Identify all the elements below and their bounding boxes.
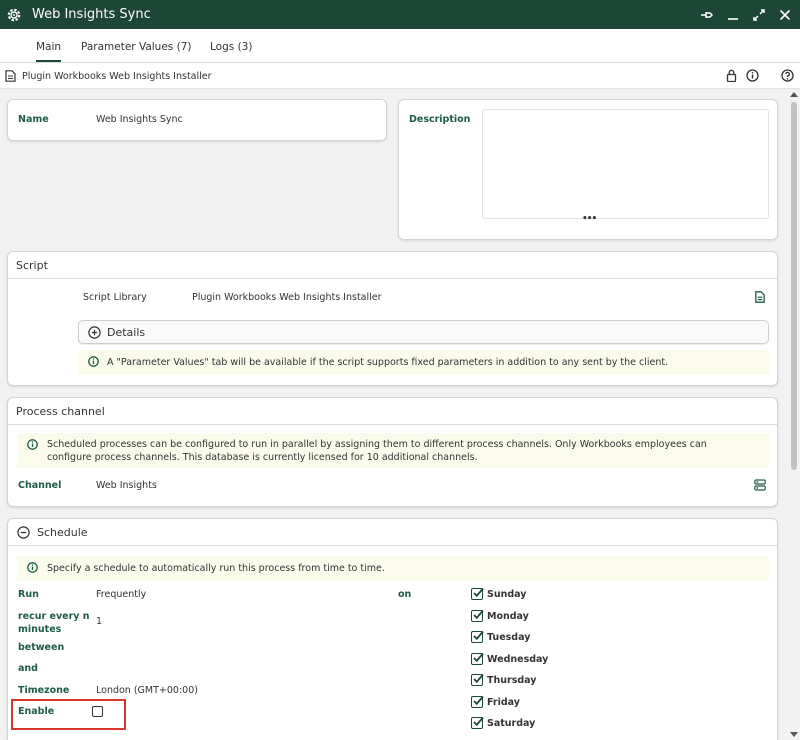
info-icon[interactable] <box>746 69 759 82</box>
window-title: Web Insights Sync <box>32 7 151 22</box>
details-label: Details <box>107 326 146 339</box>
script-document-icon[interactable] <box>755 291 765 306</box>
tab-bar: Main Parameter Values (7) Logs (3) <box>0 29 800 63</box>
breadcrumb: Plugin Workbooks Web Insights Installer <box>0 63 800 89</box>
checkbox-checked-icon[interactable] <box>471 716 484 729</box>
collapse-minus-icon[interactable] <box>17 525 30 539</box>
info-icon <box>27 439 38 454</box>
timezone-label: Timezone <box>18 685 70 696</box>
name-label: Name <box>18 114 49 125</box>
timezone-value[interactable]: London (GMT+00:00) <box>96 685 198 696</box>
info-icon <box>27 562 38 577</box>
between-label: between <box>18 642 65 653</box>
scrollbar-thumb[interactable] <box>791 102 797 470</box>
day-checkbox-wednesday[interactable]: Wednesday <box>471 652 549 665</box>
day-checkbox-sunday[interactable]: Sunday <box>471 587 527 600</box>
process-channel-info-line-1: Scheduled processes can be configured to… <box>47 439 707 450</box>
title-bar: Web Insights Sync <box>0 0 800 29</box>
run-label: Run <box>18 589 39 600</box>
script-info-text: A "Parameter Values" tab will be availab… <box>107 357 669 368</box>
schedule-title: Schedule <box>37 525 88 539</box>
process-channel-info-line-2: configure process channels. This databas… <box>47 452 478 463</box>
expand-plus-icon[interactable] <box>88 326 101 342</box>
schedule-info-box: Specify a schedule to automatically run … <box>17 556 769 581</box>
schedule-header[interactable]: Schedule <box>8 519 777 546</box>
day-label: Saturday <box>487 717 536 729</box>
checkbox-checked-icon[interactable] <box>471 695 484 708</box>
process-channel-card: Process channel Scheduled processes can … <box>7 397 778 507</box>
recur-value[interactable]: 1 <box>96 616 102 627</box>
channel-label: Channel <box>18 480 62 491</box>
scrollbar[interactable] <box>789 89 799 740</box>
scroll-down-icon[interactable] <box>790 730 798 738</box>
day-label: Friday <box>487 696 520 708</box>
process-channel-info-box: Scheduled processes can be configured to… <box>17 433 769 468</box>
script-info-box: A "Parameter Values" tab will be availab… <box>78 350 769 375</box>
day-checkbox-monday[interactable]: Monday <box>471 609 529 622</box>
checkbox-checked-icon[interactable] <box>471 652 484 665</box>
lock-icon[interactable] <box>725 69 738 82</box>
script-library-label: Script Library <box>83 292 147 303</box>
day-label: Monday <box>487 610 529 622</box>
day-checkbox-saturday[interactable]: Saturday <box>471 716 536 729</box>
schedule-info-text: Specify a schedule to automatically run … <box>47 563 385 574</box>
day-checkbox-friday[interactable]: Friday <box>471 695 520 708</box>
and-label: and <box>18 663 38 674</box>
minimize-icon[interactable] <box>726 8 740 22</box>
tab-parameter-values[interactable]: Parameter Values (7) <box>81 41 191 60</box>
breadcrumb-text: Plugin Workbooks Web Insights Installer <box>22 71 212 82</box>
channel-value[interactable]: Web Insights <box>96 480 157 491</box>
description-textarea[interactable] <box>482 109 769 219</box>
recur-label-line-1: recur every n <box>18 611 90 622</box>
more-icon[interactable]: ••• <box>582 214 597 224</box>
checkbox-checked-icon[interactable] <box>471 609 484 622</box>
gear-icon <box>6 7 22 23</box>
help-icon[interactable] <box>781 69 794 82</box>
tab-main[interactable]: Main <box>36 41 62 62</box>
day-checkbox-tuesday[interactable]: Tuesday <box>471 630 531 643</box>
script-card: Script Script Library Plugin Workbooks W… <box>7 251 778 386</box>
close-icon[interactable] <box>778 8 792 22</box>
recur-label-line-2: minutes <box>18 624 62 635</box>
day-label: Wednesday <box>487 653 549 665</box>
scroll-up-icon[interactable] <box>790 91 798 99</box>
checkbox-checked-icon[interactable] <box>471 587 484 600</box>
day-label: Sunday <box>487 588 527 600</box>
maximize-icon[interactable] <box>752 8 766 22</box>
document-icon <box>5 70 16 85</box>
on-label: on <box>398 589 412 600</box>
script-header: Script <box>8 252 777 279</box>
highlight-box <box>11 699 126 730</box>
name-value[interactable]: Web Insights Sync <box>96 114 183 125</box>
details-expander[interactable]: Details <box>78 320 769 344</box>
checkbox-checked-icon[interactable] <box>471 673 484 686</box>
description-label: Description <box>409 114 471 125</box>
pin-icon[interactable] <box>700 8 714 22</box>
name-card: Name Web Insights Sync <box>7 99 387 141</box>
description-card: Description ••• <box>398 99 778 240</box>
day-label: Tuesday <box>487 631 531 643</box>
info-icon <box>88 356 99 371</box>
run-value[interactable]: Frequently <box>96 589 146 600</box>
script-library-value[interactable]: Plugin Workbooks Web Insights Installer <box>192 292 382 303</box>
day-checkbox-thursday[interactable]: Thursday <box>471 673 537 686</box>
checkbox-checked-icon[interactable] <box>471 630 484 643</box>
process-channel-header: Process channel <box>8 398 777 425</box>
tab-logs[interactable]: Logs (3) <box>210 41 252 60</box>
day-label: Thursday <box>487 674 537 686</box>
channel-picker-icon[interactable] <box>754 479 766 494</box>
